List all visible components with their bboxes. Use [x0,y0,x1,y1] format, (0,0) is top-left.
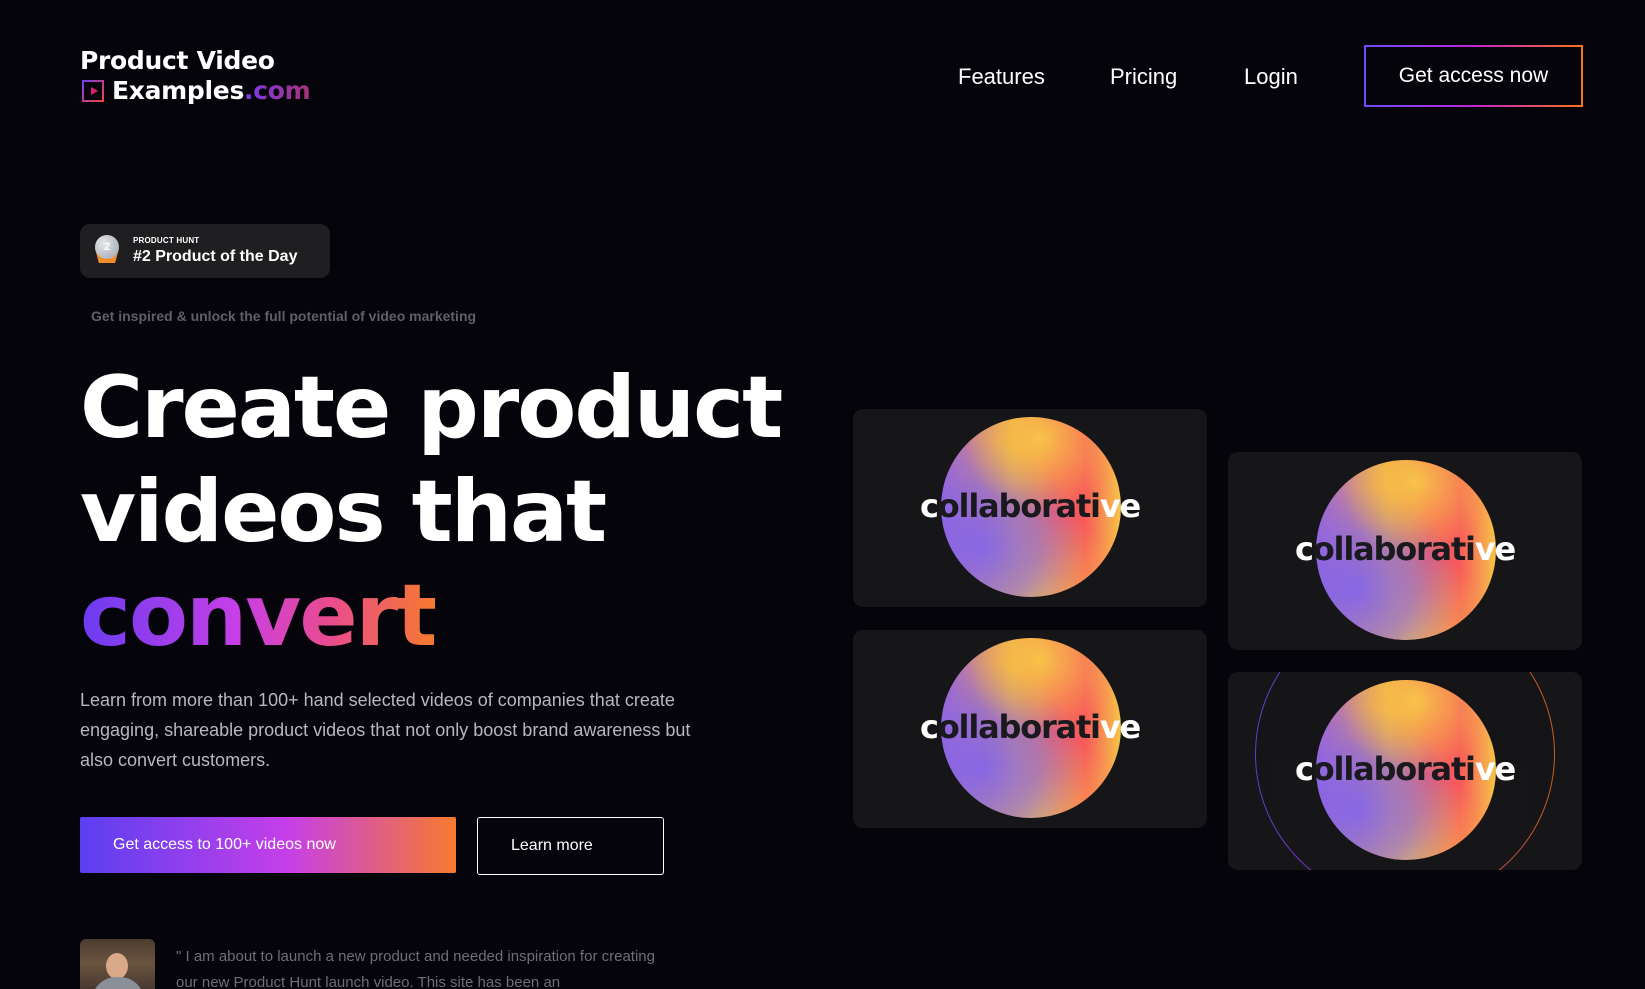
video-card-title: collaborative [919,708,1141,746]
hero-title-line-1: Create product [80,358,783,458]
hero-title: Create product videos that convert [80,356,783,668]
learn-more-button[interactable]: Learn more [477,817,664,875]
get-access-videos-button[interactable]: Get access to 100+ videos now [80,817,456,873]
hero-tagline: Get inspired & unlock the full potential… [91,308,477,324]
site-logo[interactable]: Product Video Examples .com [80,46,311,106]
badge-title: #2 Product of the Day [133,248,298,265]
video-card[interactable]: collaborative [1228,452,1582,650]
video-card-title: collaborative [1294,750,1516,788]
testimonial-avatar [80,939,155,989]
testimonial-quote: " I am about to launch a new product and… [176,948,655,989]
video-card[interactable]: collaborative [853,409,1207,607]
nav-pricing-link[interactable]: Pricing [1110,64,1177,90]
badge-kicker: PRODUCT HUNT [133,236,200,245]
video-card-title: collaborative [1294,530,1516,568]
logo-line-1: Product Video [80,46,275,75]
hero-title-accent: convert [80,566,437,666]
play-icon [82,80,104,102]
logo-line-2: Examples [112,76,245,105]
logo-tld: .com [244,76,311,105]
medal-number: 2 [95,235,119,259]
product-hunt-badge[interactable]: 2 PRODUCT HUNT #2 Product of the Day [80,224,330,278]
get-access-button[interactable]: Get access now [1364,45,1583,107]
video-card[interactable]: collaborative [853,630,1207,828]
hero-description: Learn from more than 100+ hand selected … [80,690,691,770]
medal-icon: 2 [95,235,119,267]
video-card[interactable]: collaborative [1228,672,1582,870]
nav-login-link[interactable]: Login [1244,64,1298,90]
nav-features-link[interactable]: Features [958,64,1045,90]
hero-title-line-2: videos that [80,462,607,562]
video-card-title: collaborative [919,487,1141,525]
